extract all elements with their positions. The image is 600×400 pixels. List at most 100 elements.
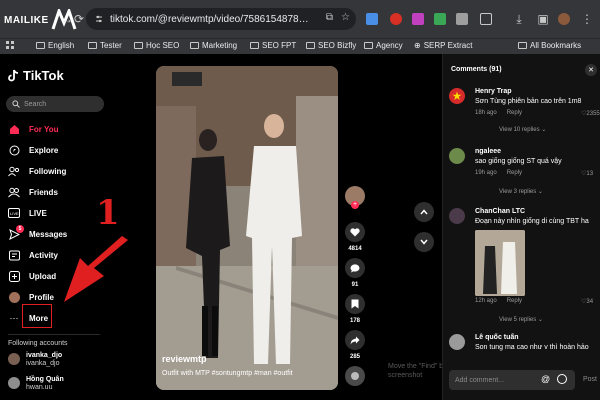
avatar[interactable] [449,88,465,104]
extension-icon[interactable] [390,13,402,25]
open-in-app-icon[interactable]: ⧉ [326,12,333,23]
home-icon [8,123,20,135]
nav-upload[interactable]: Upload [8,268,56,284]
avatar[interactable] [449,208,465,224]
sidepanel-icon[interactable]: ▣ [536,12,550,26]
avatar[interactable] [449,334,465,350]
reload-icon[interactable]: ⟳ [72,12,86,26]
next-video-button[interactable] [414,232,434,252]
comment-image[interactable] [475,230,525,296]
bookmarks-bar: English Tester Học SEO Marketing SEO FPT… [0,38,600,54]
comment-item: ngaleee sao giống giống ST quá vậy 19h a… [449,148,599,198]
bookmark-action[interactable]: 178 [344,294,366,324]
folder-icon [364,42,373,49]
svg-text:LIVE: LIVE [10,211,19,216]
following-account[interactable]: Hồng Quân hwan.uu [8,376,64,392]
comment-icon[interactable] [345,258,365,278]
extension-icon[interactable] [434,13,446,25]
extension-icon[interactable] [456,13,468,25]
search-placeholder: Search [24,100,47,108]
bookmark-icon[interactable] [345,294,365,314]
video-username[interactable]: reviewmtp [162,354,207,364]
following-account[interactable]: ivanka_djo ivanka_djo [8,352,62,368]
mention-icon[interactable]: @ [541,374,550,384]
view-replies[interactable]: View 5 replies ⌄ [499,316,543,323]
bookmark-seo-fpt[interactable]: SEO FPT [250,41,296,50]
extension-icon[interactable] [366,13,378,25]
nav-friends[interactable]: Friends [8,184,58,200]
music-disc-icon[interactable] [345,366,365,386]
view-replies[interactable]: View 3 replies ⌄ [499,188,543,195]
comment-like[interactable]: ♡34 [581,298,593,305]
nav-for-you[interactable]: For You [8,121,58,137]
close-icon[interactable]: ✕ [585,64,597,76]
bookmark-hoc-seo[interactable]: Học SEO [134,41,179,50]
following-icon [8,165,20,177]
puzzle-icon[interactable] [480,13,492,25]
nav-explore[interactable]: Explore [8,142,58,158]
friends-icon [8,186,20,198]
bookmark-all[interactable]: All Bookmarks [518,41,581,50]
music-disc[interactable] [344,366,366,386]
menu-icon[interactable]: ⋮ [580,12,594,26]
live-icon: LIVE [8,207,20,219]
folder-icon [36,42,45,49]
nav-live[interactable]: LIVE LIVE [8,205,47,221]
bookmark-serp-extract[interactable]: ⊕ SERP Extract [414,41,472,50]
previous-video-button[interactable] [414,202,434,222]
folder-icon [250,42,259,49]
comment-like[interactable]: ♡13 [581,170,593,177]
view-replies[interactable]: View 10 replies ⌄ [499,126,546,133]
site-info-icon[interactable] [94,14,104,24]
nav-following[interactable]: Following [8,163,66,179]
bookmark-tester[interactable]: Tester [88,41,122,50]
tiktok-logo[interactable]: TikTok [8,68,64,83]
search-input[interactable]: Search [6,96,104,112]
reply-button[interactable]: Reply [507,298,522,304]
nav-profile[interactable]: Profile [8,289,54,305]
star-flag-icon [452,91,462,100]
extension-icon[interactable] [412,13,424,25]
bookmark-marketing[interactable]: Marketing [190,41,237,50]
like-action[interactable]: 4814 [344,222,366,252]
chevron-up-icon [420,209,428,215]
comment-input[interactable]: Add comment... @ [449,370,575,390]
heart-icon[interactable] [345,222,365,242]
activity-icon [8,249,20,261]
bookmark-seo-bizfly[interactable]: SEO Bizfly [306,41,356,50]
creator-avatar[interactable]: + [344,186,366,209]
star-icon[interactable]: ☆ [341,12,350,23]
divider [8,334,100,335]
chevron-down-icon [420,239,428,245]
apps-icon[interactable] [6,41,15,50]
comment-like[interactable]: ♡2355 [581,110,600,117]
tiktok-wordmark: TikTok [23,68,64,83]
download-icon[interactable]: ⤓ [512,12,526,26]
video-player[interactable]: reviewmtp Outfit with MTP #sontungmtp #m… [156,66,338,390]
bookmark-english[interactable]: English [36,41,74,50]
share-action[interactable]: 285 [344,330,366,360]
share-icon[interactable] [345,330,365,350]
video-frame [156,66,338,390]
avatar[interactable] [449,148,465,164]
like-count: 4814 [348,246,362,252]
comment-item: Lê quốc tuấn Son tung ma cao như v thì h… [449,334,599,360]
share-count: 285 [349,354,360,360]
bookmark-agency[interactable]: Agency [364,41,403,50]
post-button[interactable]: Post [583,376,597,383]
reply-button[interactable]: Reply [507,170,522,176]
comment-item: ChanChan LTC Đoạn này nhìn giống di cùng… [449,208,599,324]
url-text[interactable]: tiktok.com/@reviewmtp/video/758615487817… [110,14,310,25]
emoji-icon[interactable] [557,374,567,384]
comment-item: Henry Trap Sơn Tùng phiên bản cao trên 1… [449,88,600,138]
address-bar[interactable]: tiktok.com/@reviewmtp/video/758615487817… [86,8,356,30]
folder-icon [88,42,97,49]
avatar [8,377,20,389]
comment-action[interactable]: 91 [344,258,366,288]
follow-plus-icon[interactable]: + [351,201,359,209]
avatar-icon[interactable] [558,13,570,25]
nav-activity[interactable]: Activity [8,247,58,263]
browser-toolbar: MAILIKE → ⟳ tiktok.com/@reviewmtp/video/… [0,0,600,38]
reply-button[interactable]: Reply [507,110,522,116]
nav-messages[interactable]: 5 Messages [8,225,67,242]
